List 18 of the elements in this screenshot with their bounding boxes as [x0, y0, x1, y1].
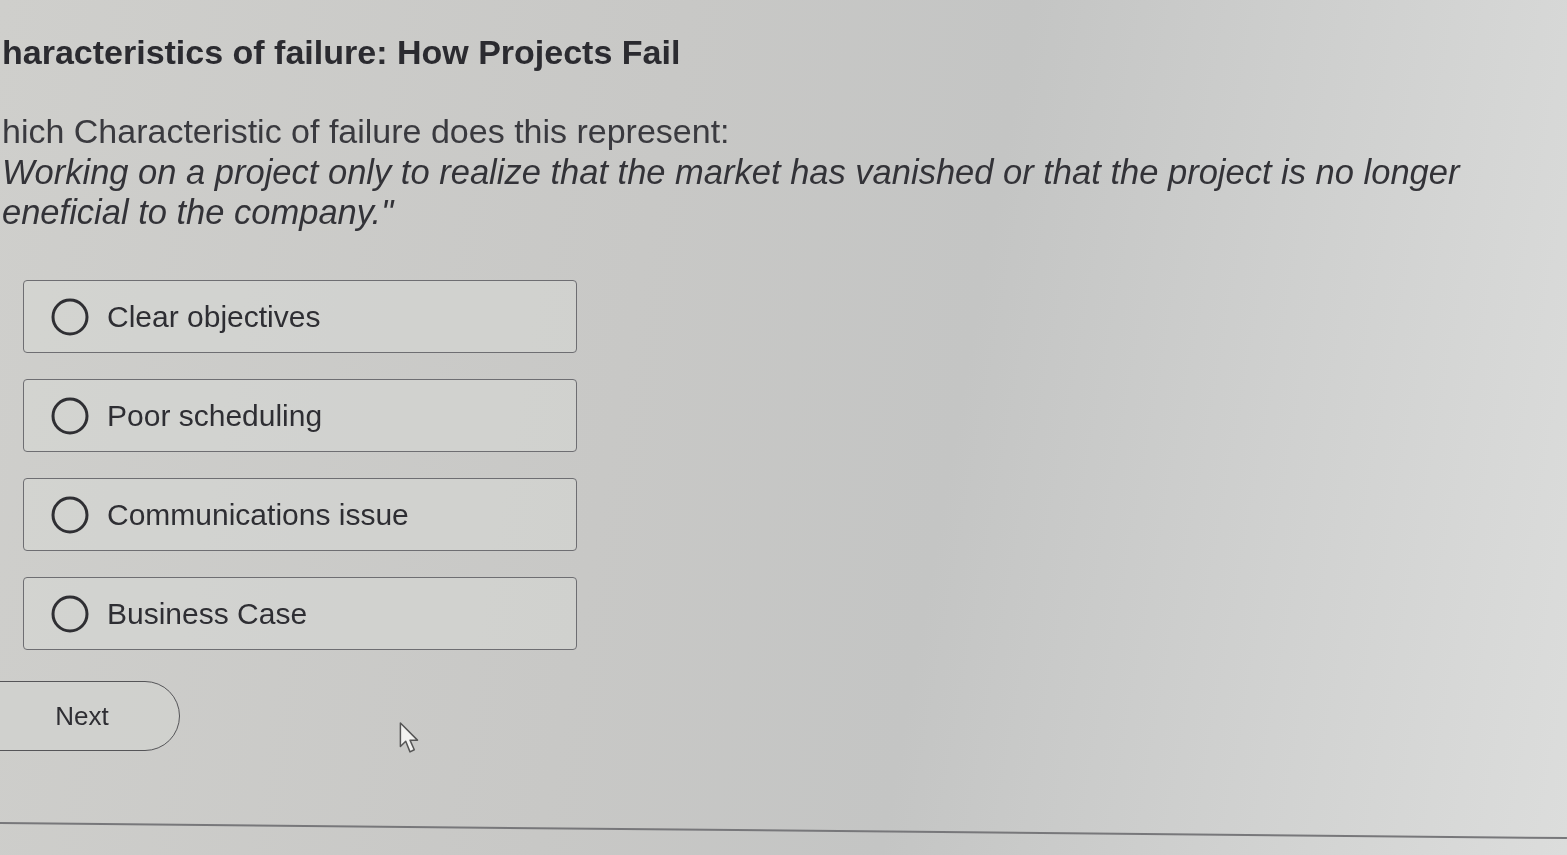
- radio-icon[interactable]: [51, 297, 89, 336]
- answer-option[interactable]: Communications issue: [23, 478, 577, 551]
- question-prompt: hich Characteristic of failure does this represent:: [2, 111, 730, 152]
- page-title: haracteristics of failure: How Projects Fail: [2, 32, 681, 73]
- answer-option[interactable]: Business Case: [23, 577, 577, 650]
- answer-option[interactable]: Clear objectives: [23, 280, 577, 353]
- option-label: Business Case: [107, 596, 308, 631]
- option-label: Communications issue: [107, 497, 409, 532]
- quote-text: Working on a project only to realize that the market has vanished or that the project is no longer: [2, 152, 1460, 192]
- radio-icon[interactable]: [51, 594, 89, 633]
- radio-icon[interactable]: [51, 495, 89, 534]
- cursor-icon: [399, 722, 421, 754]
- next-button[interactable]: Next: [0, 681, 180, 751]
- option-label: Clear objectives: [107, 299, 321, 334]
- radio-icon[interactable]: [51, 396, 89, 435]
- answer-option[interactable]: Poor scheduling: [23, 379, 577, 452]
- quote-text: eneficial to the company.": [2, 192, 394, 232]
- option-label: Poor scheduling: [107, 398, 323, 433]
